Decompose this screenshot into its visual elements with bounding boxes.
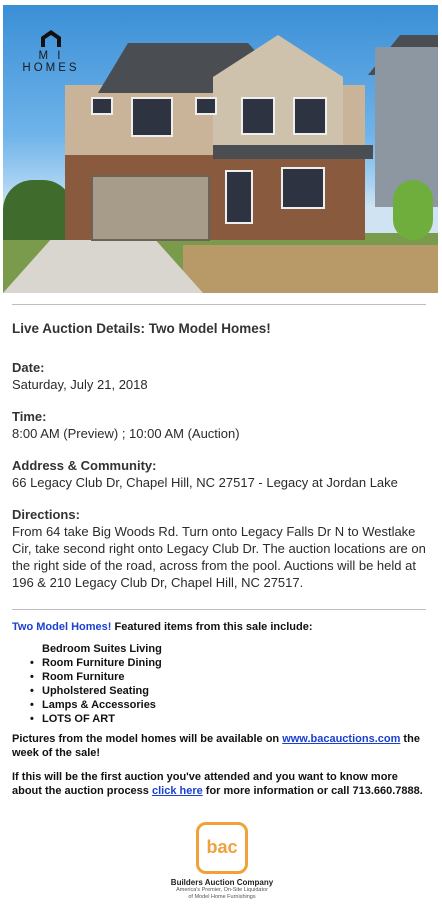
list-item: Room Furniture xyxy=(30,670,430,684)
featured-list: Bedroom Suites Living Room Furniture Din… xyxy=(12,642,430,726)
list-item: Lamps & Accessories xyxy=(30,698,430,712)
tree xyxy=(393,180,433,240)
click-here-link[interactable]: click here xyxy=(152,785,203,797)
house-logo-icon xyxy=(41,30,61,47)
window xyxy=(281,167,325,209)
address-value: 66 Legacy Club Dr, Chapel Hill, NC 27517… xyxy=(12,475,398,490)
window xyxy=(195,97,217,115)
company-tagline-2: of Model Home Furnishings xyxy=(188,894,256,900)
hero-house-image: M I HOMES xyxy=(3,5,438,293)
company-name: Builders Auction Company xyxy=(170,878,274,887)
window xyxy=(131,97,173,137)
time-label: Time: xyxy=(12,409,47,424)
brand-name: M I HOMES xyxy=(22,50,80,74)
front-door xyxy=(225,170,253,224)
time-section: Time: 8:00 AM (Preview) ; 10:00 AM (Auct… xyxy=(12,408,430,442)
date-section: Date: Saturday, July 21, 2018 xyxy=(12,359,430,393)
bac-footer-logo: bac Builders Auction Company America's P… xyxy=(166,822,278,901)
yard-dirt xyxy=(183,245,438,293)
directions-label: Directions: xyxy=(12,507,80,522)
directions-section: Directions: From 64 take Big Woods Rd. T… xyxy=(12,506,430,591)
directions-value: From 64 take Big Woods Rd. Turn onto Leg… xyxy=(12,524,426,590)
featured-items-section: Two Model Homes! Featured items from thi… xyxy=(12,620,430,808)
first-auction-note: If this will be the first auction you've… xyxy=(12,770,430,798)
porch-roof xyxy=(213,145,373,159)
pictures-note: Pictures from the model homes will be av… xyxy=(12,732,430,760)
auction-details: Live Auction Details: Two Model Homes! D… xyxy=(12,320,430,606)
list-item: Upholstered Seating xyxy=(30,684,430,698)
address-label: Address & Community: xyxy=(12,458,157,473)
time-value: 8:00 AM (Preview) ; 10:00 AM (Auction) xyxy=(12,426,240,441)
featured-intro: Two Model Homes! Featured items from thi… xyxy=(12,620,430,634)
company-tagline-1: America's Premier, On-Site Liquidator xyxy=(176,887,268,893)
first-auction-text-end: for more information or call 713.660.788… xyxy=(202,785,423,797)
garage-door xyxy=(91,175,210,241)
list-item: Room Furniture Dining xyxy=(30,656,430,670)
address-section: Address & Community: 66 Legacy Club Dr, … xyxy=(12,457,430,491)
featured-highlight: Two Model Homes! xyxy=(12,621,112,633)
bacauctions-link[interactable]: www.bacauctions.com xyxy=(282,733,400,745)
list-item: Bedroom Suites Living xyxy=(42,643,162,655)
date-label: Date: xyxy=(12,360,45,375)
date-value: Saturday, July 21, 2018 xyxy=(12,377,148,392)
window xyxy=(293,97,327,135)
list-item: LOTS OF ART xyxy=(30,712,430,726)
mi-homes-logo: M I HOMES xyxy=(9,29,93,74)
pictures-text: Pictures from the model homes will be av… xyxy=(12,733,283,745)
email-page: M I HOMES Live Auction Details: Two Mode… xyxy=(0,0,442,905)
window xyxy=(91,97,113,115)
window xyxy=(241,97,275,135)
divider xyxy=(12,304,426,305)
background-trees xyxy=(3,180,73,240)
featured-intro-text: Featured items from this sale include: xyxy=(111,621,313,633)
bac-logo-badge: bac xyxy=(196,822,248,874)
details-title: Live Auction Details: Two Model Homes! xyxy=(12,321,271,336)
divider xyxy=(12,609,426,610)
